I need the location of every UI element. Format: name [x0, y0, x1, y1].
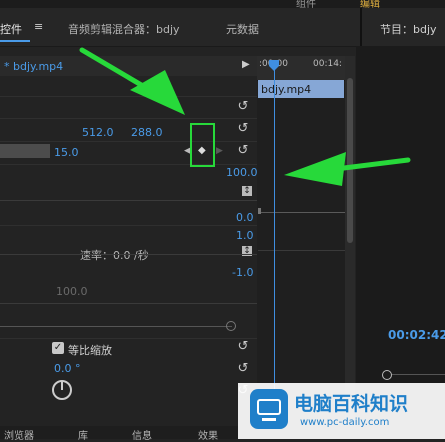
tab-info[interactable]: 信息 [132, 427, 152, 442]
tab-media-browser[interactable]: 浏览器 [4, 427, 34, 442]
watermark-url: www.pc-daily.com [300, 417, 390, 428]
watermark: 电脑百科知识 www.pc-daily.com [238, 383, 445, 439]
annotation-arrow-head [130, 70, 185, 115]
tab-libraries[interactable]: 库 [78, 427, 88, 442]
annotation-arrow-head [284, 152, 346, 186]
tab-effects[interactable]: 效果 [198, 427, 218, 442]
watermark-logo-icon [250, 389, 288, 429]
annotation-arrows [79, 47, 411, 186]
watermark-title: 电脑百科知识 [294, 393, 409, 415]
